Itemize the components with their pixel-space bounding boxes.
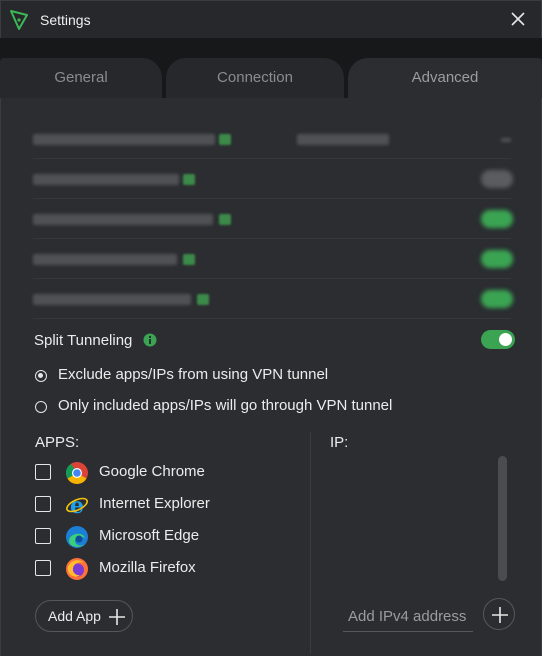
tab-connection[interactable]: Connection: [166, 58, 344, 98]
obscured-setting-row: [33, 170, 513, 188]
checkbox[interactable]: [35, 496, 51, 512]
ipv4-placeholder: Add IPv4 address: [348, 608, 467, 625]
chrome-icon: [66, 462, 88, 484]
firefox-icon: [66, 558, 88, 580]
info-icon[interactable]: [143, 333, 157, 347]
checkbox[interactable]: [35, 464, 51, 480]
title-bar: Settings: [0, 0, 542, 38]
app-name: Mozilla Firefox: [99, 559, 196, 576]
app-name: Google Chrome: [99, 463, 205, 480]
plus-icon: [492, 607, 508, 623]
internet-explorer-icon: e: [66, 493, 88, 517]
edge-icon: [66, 526, 88, 548]
divider: [33, 198, 511, 199]
app-name: Internet Explorer: [99, 495, 210, 512]
title-separator-band: [0, 38, 542, 58]
window-title: Settings: [40, 12, 91, 28]
checkbox[interactable]: [35, 528, 51, 544]
apps-header: APPS:: [35, 434, 80, 451]
add-app-label: Add App: [48, 608, 101, 624]
tab-advanced[interactable]: Advanced: [348, 58, 542, 98]
radio-button-selected[interactable]: [35, 370, 47, 382]
divider: [33, 278, 511, 279]
toggle-knob: [499, 333, 512, 346]
obscured-setting-row: [33, 130, 513, 148]
obscured-setting-row: [33, 210, 513, 228]
app-logo-icon: [10, 10, 28, 30]
divider: [33, 158, 511, 159]
radio-label: Only included apps/IPs will go through V…: [58, 397, 393, 414]
obscured-toggle[interactable]: [481, 290, 513, 308]
divider: [33, 318, 511, 319]
obscured-setting-row: [33, 250, 513, 268]
tab-general[interactable]: General: [0, 58, 162, 98]
advanced-panel: Split Tunneling Exclude apps/IPs from us…: [0, 98, 542, 656]
column-divider: [310, 432, 311, 654]
plus-icon: [109, 609, 125, 625]
obscured-toggle[interactable]: [481, 170, 513, 188]
close-icon[interactable]: [509, 10, 527, 28]
obscured-toggle[interactable]: [481, 210, 513, 228]
radio-button[interactable]: [35, 401, 47, 413]
divider: [33, 238, 511, 239]
ipv4-input[interactable]: Add IPv4 address: [343, 602, 473, 632]
radio-label: Exclude apps/IPs from using VPN tunnel: [58, 366, 329, 383]
add-ip-button[interactable]: [483, 598, 515, 630]
app-name: Microsoft Edge: [99, 527, 200, 544]
split-tunneling-label: Split Tunneling: [34, 332, 133, 349]
checkbox[interactable]: [35, 560, 51, 576]
split-tunneling-toggle[interactable]: [481, 330, 515, 349]
ip-list-scrollbar[interactable]: [498, 456, 507, 581]
add-app-button[interactable]: Add App: [35, 600, 133, 632]
obscured-setting-row: [33, 290, 513, 308]
tab-bar: General Connection Advanced: [0, 58, 542, 98]
obscured-toggle[interactable]: [481, 250, 513, 268]
ip-header: IP:: [330, 434, 349, 451]
svg-text:e: e: [70, 493, 84, 517]
